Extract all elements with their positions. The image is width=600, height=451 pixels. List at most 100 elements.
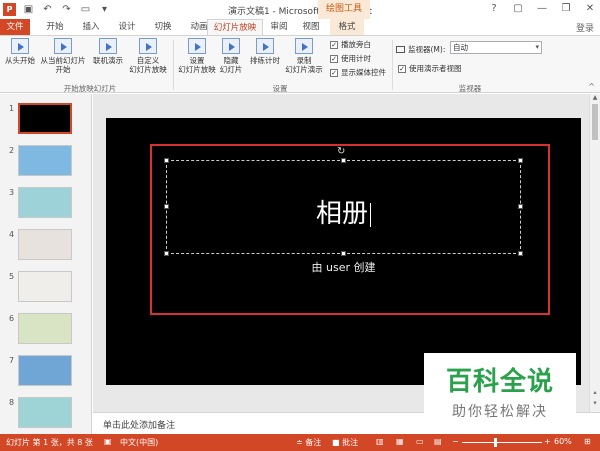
slide-thumbnail-4[interactable] bbox=[18, 229, 72, 260]
thumb-number: 4 bbox=[9, 230, 15, 239]
status-bar: 幻灯片 第 1 张，共 8 张 ▣ 中文(中国) ≐ 备注 ■ 批注 ▥ ▦ ▭… bbox=[0, 434, 600, 451]
slide-canvas[interactable]: ↻ 相册 由 user 创建 bbox=[106, 118, 581, 385]
slide-thumbnail-7[interactable] bbox=[18, 355, 72, 386]
timer-icon bbox=[256, 38, 274, 54]
scroll-thumb[interactable] bbox=[592, 104, 598, 140]
normal-view-icon[interactable]: ▥ bbox=[376, 437, 384, 446]
zoom-slider[interactable] bbox=[462, 442, 542, 443]
group-label-setup: 设置 bbox=[272, 84, 288, 93]
resize-handle[interactable] bbox=[164, 251, 169, 256]
zoom-level[interactable]: 60% bbox=[554, 437, 572, 446]
thumb-number: 8 bbox=[9, 398, 15, 407]
help-button[interactable]: ? bbox=[487, 2, 501, 16]
slide-thumbnail-5[interactable] bbox=[18, 271, 72, 302]
notes-toggle[interactable]: ≐ 备注 bbox=[296, 437, 321, 448]
rotate-handle-icon[interactable]: ↻ bbox=[337, 146, 345, 157]
slide-thumbnail-8[interactable] bbox=[18, 397, 72, 428]
slide-title[interactable]: 相册 bbox=[166, 193, 521, 230]
thumb-number: 7 bbox=[9, 356, 15, 365]
comments-toggle[interactable]: ■ 批注 bbox=[332, 437, 358, 448]
tab-review[interactable]: 审阅 bbox=[264, 19, 294, 35]
tab-format[interactable]: 格式 bbox=[330, 19, 364, 35]
resize-handle[interactable] bbox=[518, 251, 523, 256]
presenter-view-checkbox[interactable]: ✓ 使用演示者视图 bbox=[398, 63, 462, 74]
tab-view[interactable]: 视图 bbox=[296, 19, 326, 35]
slide-thumbnail-6[interactable] bbox=[18, 313, 72, 344]
from-beginning-button[interactable]: 从头开始 bbox=[2, 38, 38, 65]
group-separator bbox=[173, 40, 174, 90]
checkbox-checked: ✓ bbox=[398, 64, 406, 73]
tab-transitions[interactable]: 切换 bbox=[146, 19, 180, 35]
ribbon-tabs: 文件 开始 插入 设计 切换 动画 幻灯片放映 审阅 视图 格式 登录 bbox=[0, 19, 600, 36]
globe-icon bbox=[99, 38, 117, 54]
zoom-in-icon[interactable]: + bbox=[544, 437, 551, 446]
thumb-number: 2 bbox=[9, 146, 15, 155]
minimize-button[interactable]: — bbox=[535, 2, 549, 16]
slide-thumbnail-pane: 1 2 3 4 5 6 7 8 bbox=[0, 94, 92, 434]
setup-show-button[interactable]: 设置 幻灯片放映 bbox=[176, 38, 218, 74]
show-media-controls-checkbox[interactable]: ✓ 显示媒体控件 bbox=[330, 67, 386, 78]
next-slide-icon[interactable]: ⯆ bbox=[590, 400, 600, 408]
title-bar: P ▣ ↶ ↷ ▭ ▾ 演示文稿1 - Microsoft PowerPoint… bbox=[0, 0, 600, 19]
spellcheck-icon[interactable]: ▣ bbox=[104, 437, 112, 446]
fit-to-window-icon[interactable]: ⊞ bbox=[584, 437, 591, 446]
slide-thumbnail-1[interactable] bbox=[18, 103, 72, 134]
hide-slide-button[interactable]: 隐藏 幻灯片 bbox=[216, 38, 246, 74]
slide-thumbnail-3[interactable] bbox=[18, 187, 72, 218]
play-narrations-checkbox[interactable]: ✓ 播放旁白 bbox=[330, 39, 371, 50]
watermark-logo: 百科全说 助你轻松解决 bbox=[424, 353, 576, 425]
login-link[interactable]: 登录 bbox=[576, 21, 594, 34]
slide-thumbnail-2[interactable] bbox=[18, 145, 72, 176]
collapse-ribbon-icon[interactable]: ^ bbox=[588, 82, 595, 91]
from-current-button[interactable]: 从当前幻灯片 开始 bbox=[38, 38, 88, 74]
tab-slideshow[interactable]: 幻灯片放映 bbox=[207, 19, 263, 36]
tab-file[interactable]: 文件 bbox=[0, 19, 30, 35]
monitor-select[interactable]: 自动 ▾ bbox=[450, 41, 542, 54]
checkbox-checked: ✓ bbox=[330, 40, 338, 49]
watermark-title: 百科全说 bbox=[445, 367, 554, 397]
thumb-number: 6 bbox=[9, 314, 15, 323]
window-controls: ? ▢ — ❐ ✕ bbox=[487, 2, 597, 16]
vertical-scrollbar[interactable]: ▲ ⯅ ⯆ bbox=[589, 94, 600, 412]
tab-insert[interactable]: 插入 bbox=[74, 19, 108, 35]
checkbox-checked: ✓ bbox=[330, 68, 338, 77]
prev-slide-icon[interactable]: ⯅ bbox=[590, 390, 600, 398]
present-online-button[interactable]: 联机演示 bbox=[90, 38, 126, 65]
slideshow-view-icon[interactable]: ▤ bbox=[434, 437, 442, 446]
rehearse-timings-button[interactable]: 排练计时 bbox=[248, 38, 282, 65]
thumb-number: 3 bbox=[9, 188, 15, 197]
ribbon-display-icon[interactable]: ▢ bbox=[511, 2, 525, 16]
custom-show-button[interactable]: 自定义 幻灯片放映 bbox=[124, 38, 172, 74]
group-separator bbox=[392, 40, 393, 90]
ribbon: 从头开始 从当前幻灯片 开始 联机演示 自定义 幻灯片放映 开始放映幻灯片 设置… bbox=[0, 35, 600, 93]
use-timings-checkbox[interactable]: ✓ 使用计时 bbox=[330, 53, 371, 64]
chevron-down-icon: ▾ bbox=[535, 43, 539, 51]
tab-design[interactable]: 设计 bbox=[110, 19, 144, 35]
zoom-slider-handle[interactable] bbox=[494, 438, 497, 447]
checkbox-checked: ✓ bbox=[330, 54, 338, 63]
text-cursor bbox=[370, 203, 371, 227]
group-label-start: 开始放映幻灯片 bbox=[63, 84, 117, 93]
record-icon bbox=[295, 38, 313, 54]
zoom-out-icon[interactable]: − bbox=[452, 437, 459, 446]
resize-handle[interactable] bbox=[341, 158, 346, 163]
record-show-button[interactable]: 录制 幻灯片演示 bbox=[282, 38, 326, 74]
resize-handle[interactable] bbox=[518, 158, 523, 163]
slide-sorter-icon[interactable]: ▦ bbox=[396, 437, 404, 446]
play-icon bbox=[11, 38, 29, 54]
language-status[interactable]: 中文(中国) bbox=[120, 437, 158, 448]
tab-home[interactable]: 开始 bbox=[38, 19, 72, 35]
thumb-number: 5 bbox=[9, 272, 15, 281]
resize-handle[interactable] bbox=[341, 251, 346, 256]
resize-handle[interactable] bbox=[164, 158, 169, 163]
slide-subtitle[interactable]: 由 user 创建 bbox=[166, 259, 521, 275]
hide-slide-icon bbox=[222, 38, 240, 54]
scroll-up-icon[interactable]: ▲ bbox=[590, 94, 600, 101]
drawing-tools-title: 绘图工具 bbox=[318, 0, 370, 19]
reading-view-icon[interactable]: ▭ bbox=[416, 437, 424, 446]
restore-button[interactable]: ❐ bbox=[559, 2, 573, 16]
close-button[interactable]: ✕ bbox=[583, 2, 597, 16]
custom-show-icon bbox=[139, 38, 157, 54]
monitor-label: 监视器(M): bbox=[396, 44, 445, 55]
thumb-number: 1 bbox=[9, 104, 15, 113]
